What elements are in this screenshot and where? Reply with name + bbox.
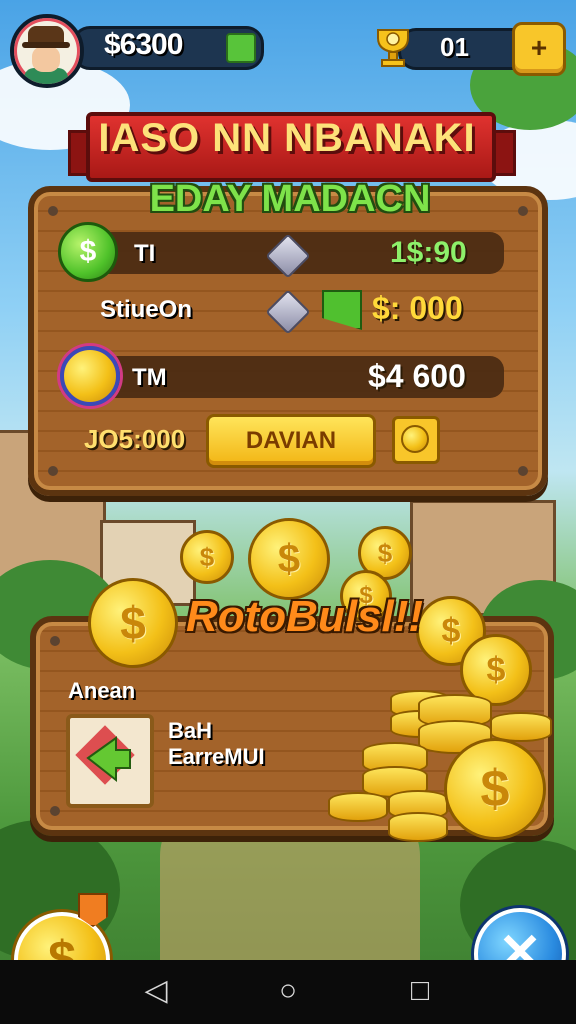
trophy-icon bbox=[377, 29, 409, 67]
coin-icon: $ bbox=[180, 530, 234, 584]
reward-row-3-value: $4 600 bbox=[368, 358, 466, 394]
panel-subtitle: EDAY MADACN bbox=[149, 178, 431, 220]
bonus-banner: RotoBulsl!! bbox=[186, 592, 424, 641]
nav-back-icon[interactable]: ◁ bbox=[132, 968, 180, 1014]
green-dollar-coin-icon: $ bbox=[58, 222, 118, 282]
bonus-section-label: Anean bbox=[68, 678, 136, 703]
info-button[interactable] bbox=[392, 416, 440, 464]
screen-title: IASO NN NBANAKI bbox=[98, 116, 476, 160]
money-add-icon[interactable] bbox=[226, 33, 256, 63]
gold-coin-icon bbox=[60, 346, 120, 406]
reward-row-3-label: TM bbox=[132, 364, 167, 391]
reward-row-1-value: 1$:90 bbox=[390, 236, 467, 269]
collect-button[interactable]: DAVIAN bbox=[206, 414, 376, 468]
coin-icon: $ bbox=[248, 518, 330, 600]
add-gems-button[interactable]: + bbox=[512, 22, 566, 76]
coin-icon: $ bbox=[444, 738, 546, 840]
bonus-item-line2: EarreMUI bbox=[168, 744, 265, 769]
reward-row-1-label: TI bbox=[134, 240, 156, 267]
coin-icon bbox=[401, 425, 429, 453]
bonus-item-card[interactable] bbox=[66, 714, 154, 808]
bonus-item-line1: BaH bbox=[168, 718, 213, 743]
money-amount: $6300 bbox=[104, 28, 183, 61]
gem-amount: 01 bbox=[440, 32, 469, 62]
nav-home-icon[interactable]: ○ bbox=[264, 968, 312, 1014]
reward-row-2-value: $: 000 bbox=[372, 290, 463, 326]
coin-icon: $ bbox=[88, 578, 178, 668]
coin-stack bbox=[388, 812, 448, 842]
arrow-item-icon bbox=[75, 725, 135, 785]
total-amount: JO5:000 bbox=[84, 424, 186, 454]
player-avatar[interactable] bbox=[10, 14, 84, 88]
reward-row-2-label: StiueOn bbox=[100, 296, 193, 323]
nav-recent-icon[interactable]: □ bbox=[396, 968, 444, 1014]
coin-stack bbox=[328, 792, 388, 822]
